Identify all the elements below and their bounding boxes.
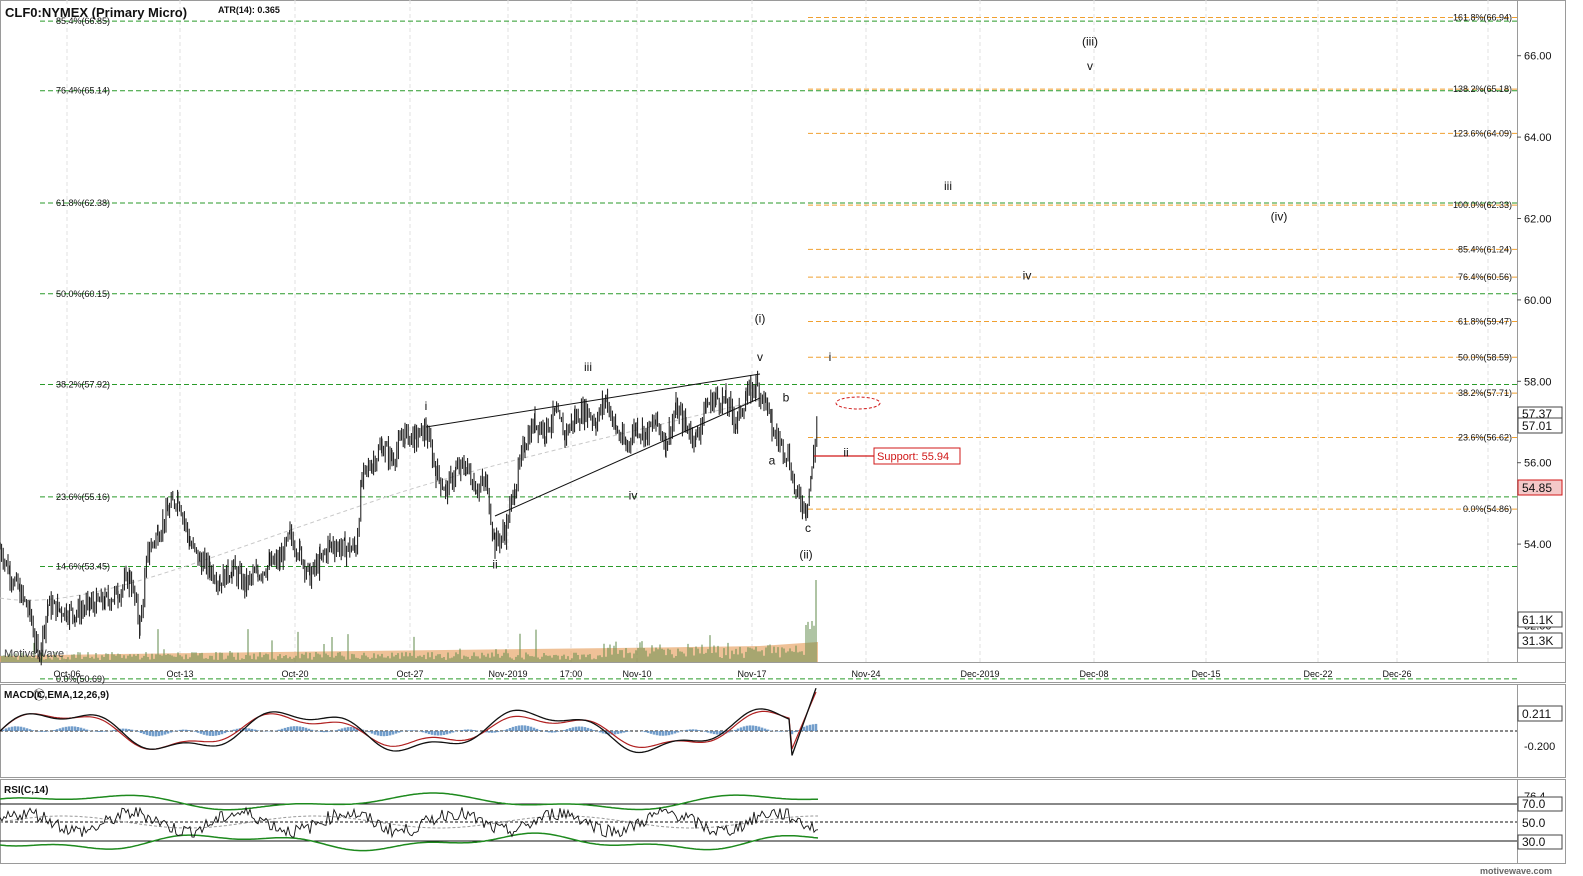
low-marker-label: 54.85 bbox=[1522, 481, 1552, 495]
date-tick-label-5: 17:00 bbox=[560, 669, 583, 679]
rsi-tick-30: 30.0 bbox=[1522, 835, 1546, 849]
wave-label-7: (i) bbox=[755, 311, 766, 325]
price-tick-label-1: 54.00 bbox=[1524, 539, 1552, 551]
fib-right-label-8: 61.8%(59.47) bbox=[1458, 316, 1512, 326]
rsi-tick-50: 50.0 bbox=[1522, 816, 1546, 830]
price-tick-label-7: 66.00 bbox=[1524, 51, 1552, 63]
date-tick-label-7: Nov-17 bbox=[737, 669, 766, 679]
fib-left-label-6: 23.6%(55.16) bbox=[56, 492, 110, 502]
fib-right-label-11: 23.6%(56.62) bbox=[1458, 432, 1512, 442]
wave-label-15: iv bbox=[629, 488, 638, 502]
support-label: Support: 55.94 bbox=[877, 451, 949, 463]
fib-right-label-9: 50.0%(58.59) bbox=[1458, 352, 1512, 362]
rsi-title: RSI(C,14) bbox=[4, 785, 48, 796]
price-tick-label-6: 64.00 bbox=[1524, 132, 1552, 144]
date-tick-label-9: Dec-2019 bbox=[960, 669, 999, 679]
fib-right-label-10: 38.2%(57.71) bbox=[1458, 388, 1512, 398]
date-tick-label-2: Oct-20 bbox=[281, 669, 308, 679]
date-tick-label-11: Dec-15 bbox=[1191, 669, 1220, 679]
fib-right-label-4: 123.6%(64.09) bbox=[1453, 128, 1512, 138]
wave-label-13: ii bbox=[843, 446, 848, 460]
rsi-tick-70: 70.0 bbox=[1522, 797, 1546, 811]
wave-label-6: iv bbox=[1023, 269, 1032, 283]
wave-label-9: i bbox=[829, 350, 832, 364]
wave-label-11: i bbox=[425, 399, 428, 413]
price-tick-label-2: 56.00 bbox=[1524, 458, 1552, 470]
fib-right-label-6: 85.4%(61.24) bbox=[1458, 244, 1512, 254]
fib-right-label-7: 76.4%(60.56) bbox=[1458, 272, 1512, 282]
price-tick-label-4: 60.00 bbox=[1524, 295, 1552, 307]
date-tick-label-3: Oct-27 bbox=[396, 669, 423, 679]
fib-right-label-2: 161.8%(66.94) bbox=[1453, 12, 1512, 22]
fib-left-label-3: 61.8%(62.38) bbox=[56, 198, 110, 208]
date-tick-label-10: Dec-08 bbox=[1079, 669, 1108, 679]
date-tick-label-0: Oct-06 bbox=[53, 669, 80, 679]
chart-canvas: 100.0%(69.61)85.4%(66.85)76.4%(65.14)61.… bbox=[0, 0, 1566, 876]
fib-right-label-12: 0.0%(54.86) bbox=[1463, 504, 1512, 514]
macd-title: MACD(C,EMA,12,26,9) bbox=[4, 690, 109, 701]
wave-label-4: iii bbox=[944, 179, 952, 193]
atr-label: ATR(14): 0.365 bbox=[218, 5, 280, 15]
rsi-panel-frame bbox=[0, 779, 1518, 864]
wave-label-2: (iii) bbox=[1082, 35, 1098, 49]
wave-label-5: (iv) bbox=[1271, 210, 1288, 224]
wave-label-16: c bbox=[805, 521, 811, 535]
date-tick-label-6: Nov-10 bbox=[622, 669, 651, 679]
watermark: MotiveWave bbox=[4, 648, 64, 660]
fib-right-label-3: 138.2%(65.18) bbox=[1453, 84, 1512, 94]
date-tick-label-1: Oct-13 bbox=[166, 669, 193, 679]
date-tick-label-13: Dec-26 bbox=[1382, 669, 1411, 679]
date-tick-label-4: Nov-2019 bbox=[488, 669, 527, 679]
date-tick-label-8: Nov-24 bbox=[851, 669, 880, 679]
wave-label-8: v bbox=[757, 350, 763, 364]
macd-value-label: 0.211 bbox=[1522, 707, 1551, 721]
fib-left-label-7: 14.6%(53.45) bbox=[56, 561, 110, 571]
date-tick-label-12: Dec-22 bbox=[1303, 669, 1332, 679]
volume-label-1: 61.1K bbox=[1522, 613, 1553, 627]
wave-label-17: (ii) bbox=[799, 547, 812, 561]
wave-label-12: b bbox=[783, 391, 790, 405]
macd-tick-neg: -0.200 bbox=[1524, 741, 1555, 753]
prev-close-label: 57.01 bbox=[1522, 419, 1552, 433]
price-axis-frame bbox=[1517, 0, 1566, 663]
wave-label-14: a bbox=[769, 454, 776, 468]
fib-left-label-5: 38.2%(57.92) bbox=[56, 380, 110, 390]
wave-label-3: v bbox=[1087, 59, 1093, 73]
fib-right-label-5: 100.0%(62.33) bbox=[1453, 200, 1512, 210]
macd-axis-frame bbox=[1517, 684, 1566, 778]
wave-label-10: iii bbox=[584, 360, 592, 374]
target-ellipse bbox=[835, 396, 881, 410]
chart-title: CLF0:NYMEX (Primary Micro) bbox=[5, 5, 187, 20]
fib-left-label-4: 50.0%(60.15) bbox=[56, 289, 110, 299]
wave-label-18: ii bbox=[492, 558, 497, 572]
footer-url: motivewave.com bbox=[1480, 866, 1552, 876]
price-tick-label-5: 62.00 bbox=[1524, 214, 1552, 226]
price-tick-label-3: 58.00 bbox=[1524, 376, 1552, 388]
volume-label-2: 31.3K bbox=[1522, 634, 1553, 648]
fib-left-label-2: 76.4%(65.14) bbox=[56, 86, 110, 96]
